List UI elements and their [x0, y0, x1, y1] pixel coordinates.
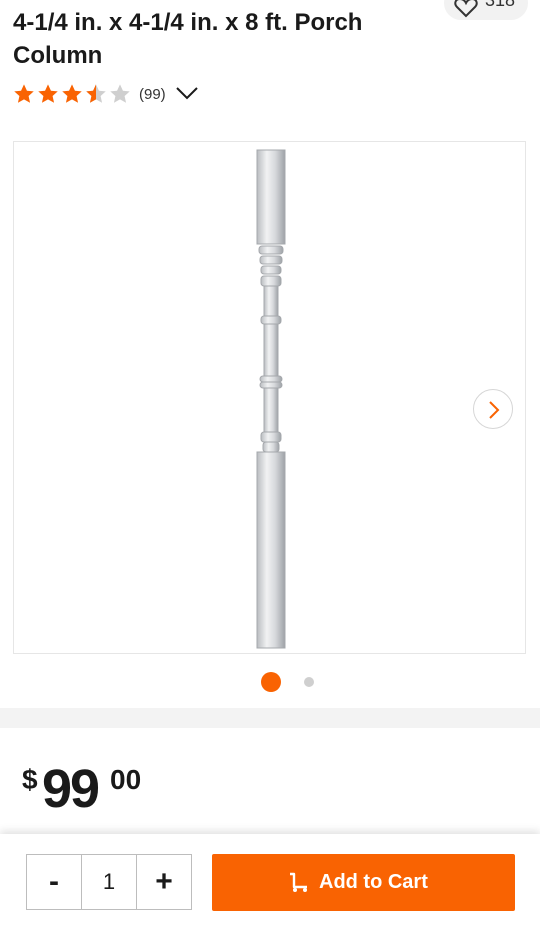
price-cents: 00: [110, 764, 142, 795]
star-full-icon: [38, 84, 58, 103]
quantity-input[interactable]: [81, 855, 137, 909]
star-empty-icon: [110, 84, 130, 103]
chevron-right-icon: [489, 401, 500, 419]
cart-icon: [290, 872, 307, 892]
purchase-bar: - + Add to Cart: [0, 834, 540, 934]
star-full-icon: [14, 84, 34, 103]
add-to-cart-label: Add to Cart: [319, 871, 428, 893]
next-image-button[interactable]: [473, 389, 513, 429]
quantity-stepper: - +: [26, 854, 192, 910]
product-header: 318 4-1/4 in. x 4-1/4 in. x 8 ft. Porch …: [0, 0, 540, 708]
price-section: $ 99 00: [0, 728, 540, 838]
price-dollars: 99: [42, 759, 100, 819]
add-to-cart-button[interactable]: Add to Cart: [212, 854, 515, 911]
heart-icon: [454, 0, 478, 18]
product-title: 4-1/4 in. x 4-1/4 in. x 8 ft. Porch Colu…: [13, 9, 363, 69]
price-currency: $: [22, 764, 38, 795]
porch-column-image: [256, 149, 286, 649]
star-half-icon: [86, 84, 106, 103]
review-count[interactable]: (99): [139, 86, 166, 103]
product-image-gallery[interactable]: [13, 141, 526, 654]
carousel-dot[interactable]: [304, 677, 314, 687]
chevron-down-icon[interactable]: [175, 84, 199, 102]
carousel-dot-active[interactable]: [261, 672, 281, 692]
increment-button[interactable]: +: [137, 855, 191, 909]
favorite-button[interactable]: 318: [444, 0, 528, 20]
star-full-icon: [62, 84, 82, 103]
favorites-count: 318: [485, 0, 516, 10]
decrement-button[interactable]: -: [27, 855, 81, 909]
